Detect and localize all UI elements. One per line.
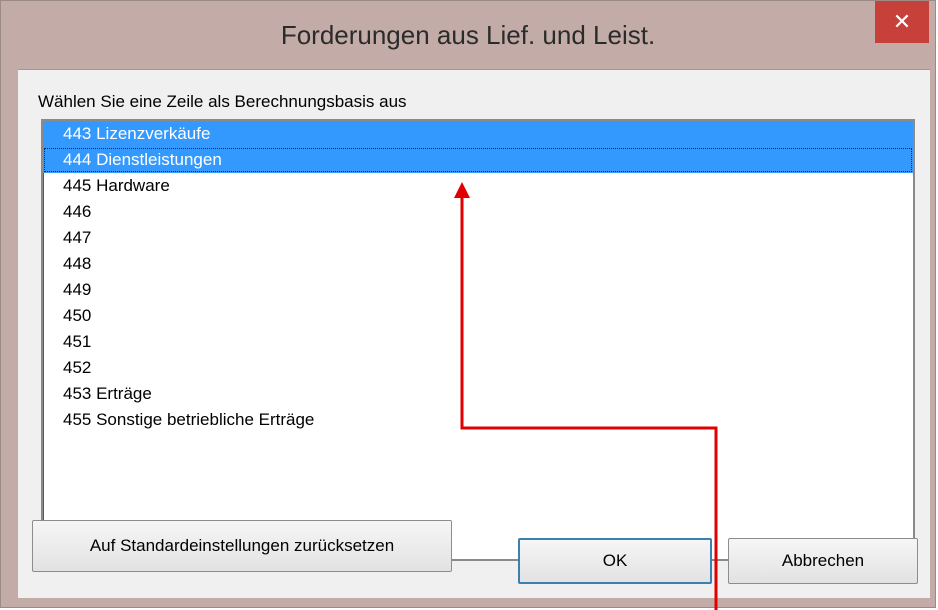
ok-button[interactable]: OK bbox=[518, 538, 712, 584]
list-item[interactable]: 451 bbox=[43, 329, 913, 355]
window-title: Forderungen aus Lief. und Leist. bbox=[280, 20, 656, 50]
row-listbox[interactable]: 443 Lizenzverkäufe 444 Dienstleistungen … bbox=[41, 119, 915, 561]
prompt-label: Wählen Sie eine Zeile als Berechnungsbas… bbox=[38, 92, 407, 111]
title-bar[interactable]: Forderungen aus Lief. und Leist. ✕ bbox=[1, 1, 935, 63]
reset-defaults-button[interactable]: Auf Standardeinstellungen zurücksetzen bbox=[32, 520, 452, 572]
list-item[interactable]: 446 bbox=[43, 199, 913, 225]
list-item[interactable]: 447 bbox=[43, 225, 913, 251]
cancel-button[interactable]: Abbrechen bbox=[728, 538, 918, 584]
close-icon: ✕ bbox=[892, 9, 912, 34]
list-item[interactable]: 448 bbox=[43, 251, 913, 277]
list-item[interactable]: 443 Lizenzverkäufe bbox=[43, 121, 913, 147]
close-button[interactable]: ✕ bbox=[875, 1, 929, 43]
dialog-window: Forderungen aus Lief. und Leist. ✕ Wähle… bbox=[0, 0, 936, 608]
list-item[interactable]: 455 Sonstige betriebliche Erträge bbox=[43, 407, 913, 433]
dialog-body: Wählen Sie eine Zeile als Berechnungsbas… bbox=[18, 69, 930, 598]
list-item[interactable]: 452 bbox=[43, 355, 913, 381]
list-item[interactable]: 444 Dienstleistungen bbox=[43, 147, 913, 173]
list-item[interactable]: 449 bbox=[43, 277, 913, 303]
list-item[interactable]: 450 bbox=[43, 303, 913, 329]
list-item[interactable]: 445 Hardware bbox=[43, 173, 913, 199]
list-item[interactable]: 453 Erträge bbox=[43, 381, 913, 407]
